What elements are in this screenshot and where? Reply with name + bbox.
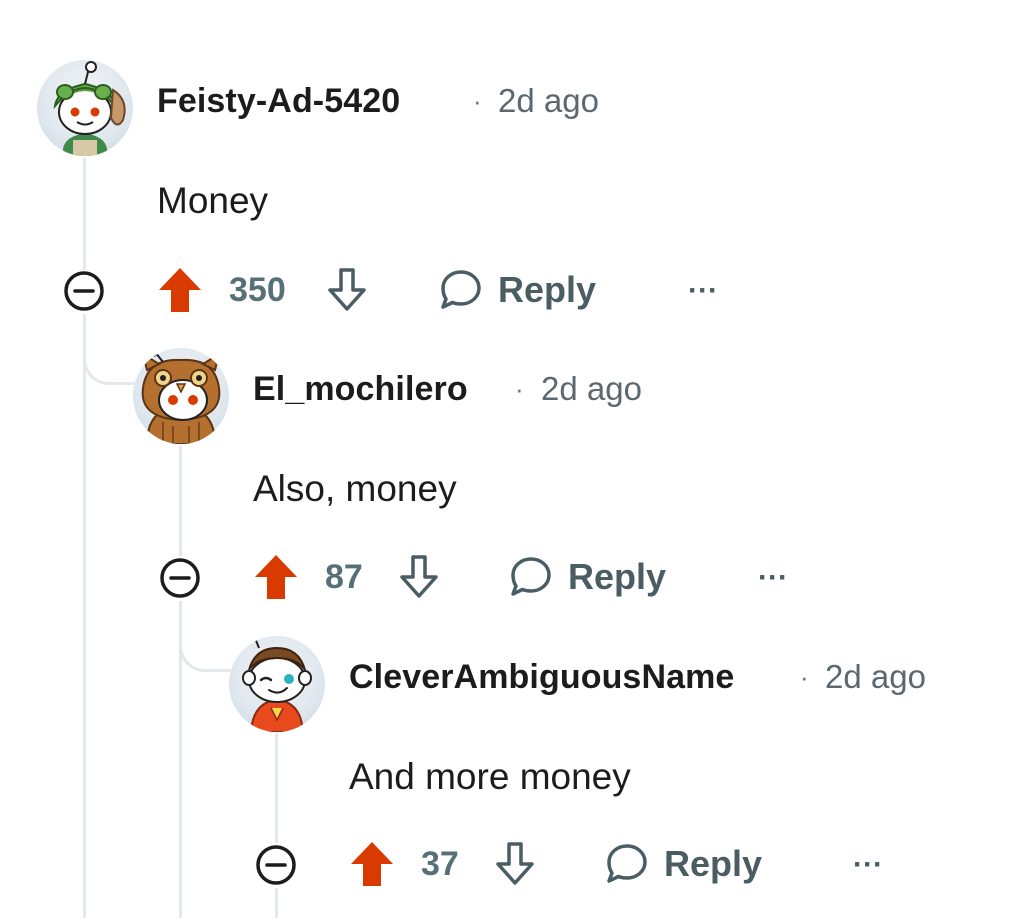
thread-connector-level-3 xyxy=(179,601,232,672)
comment-body: And more money xyxy=(349,756,631,797)
vote-score: 87 xyxy=(325,558,363,596)
upvote-arrow-icon[interactable] xyxy=(349,840,395,888)
vote-score: 37 xyxy=(421,845,459,883)
reply-bubble-icon xyxy=(607,844,647,883)
upvote-arrow-icon[interactable] xyxy=(157,266,203,314)
reply-label: Reply xyxy=(498,269,597,310)
downvote-arrow-icon[interactable] xyxy=(325,266,369,314)
timestamp[interactable]: 2d ago xyxy=(825,658,926,696)
avatar[interactable] xyxy=(133,348,229,444)
comment-body: Also, money xyxy=(253,468,457,509)
snoo-winking-avatar-icon xyxy=(242,637,312,732)
more-options-button[interactable]: ··· xyxy=(758,561,788,595)
thread-line-level-2 xyxy=(179,446,182,556)
vote-score: 350 xyxy=(229,271,286,309)
timestamp[interactable]: 2d ago xyxy=(498,82,599,120)
reply-label: Reply xyxy=(568,556,667,597)
reply-label: Reply xyxy=(664,843,763,884)
more-options-button[interactable]: ··· xyxy=(688,274,718,308)
collapse-thread-icon[interactable] xyxy=(158,556,202,600)
avatar[interactable] xyxy=(37,60,133,156)
thread-line-level-1-continued xyxy=(83,314,86,918)
reply-bubble-icon xyxy=(511,557,551,596)
thread-connector-level-2 xyxy=(83,314,136,385)
username[interactable]: CleverAmbiguousName xyxy=(349,658,734,697)
snoo-owl-costume-avatar-icon xyxy=(141,348,221,444)
thread-line-level-3-continued xyxy=(275,888,278,918)
more-options-button[interactable]: ··· xyxy=(853,848,883,882)
timestamp[interactable]: 2d ago xyxy=(541,370,642,408)
reply-button[interactable]: Reply xyxy=(438,265,596,315)
meta-separator: · xyxy=(515,374,524,404)
collapse-thread-icon[interactable] xyxy=(62,269,106,313)
meta-separator: · xyxy=(800,662,809,692)
collapse-thread-icon[interactable] xyxy=(254,843,298,887)
reply-button[interactable]: Reply xyxy=(508,552,666,602)
comment-body: Money xyxy=(157,180,269,221)
username[interactable]: Feisty-Ad-5420 xyxy=(157,82,400,121)
upvote-arrow-icon[interactable] xyxy=(253,553,299,601)
thread-line-level-3 xyxy=(275,733,278,843)
downvote-arrow-icon[interactable] xyxy=(397,553,441,601)
reply-button[interactable]: Reply xyxy=(604,839,762,889)
downvote-arrow-icon[interactable] xyxy=(493,840,537,888)
meta-separator: · xyxy=(473,86,482,116)
snoo-frog-hat-avatar-icon xyxy=(53,61,126,156)
avatar[interactable] xyxy=(229,636,325,732)
thread-line-level-1 xyxy=(83,158,86,270)
reply-bubble-icon xyxy=(441,270,481,309)
username[interactable]: El_mochilero xyxy=(253,370,468,409)
